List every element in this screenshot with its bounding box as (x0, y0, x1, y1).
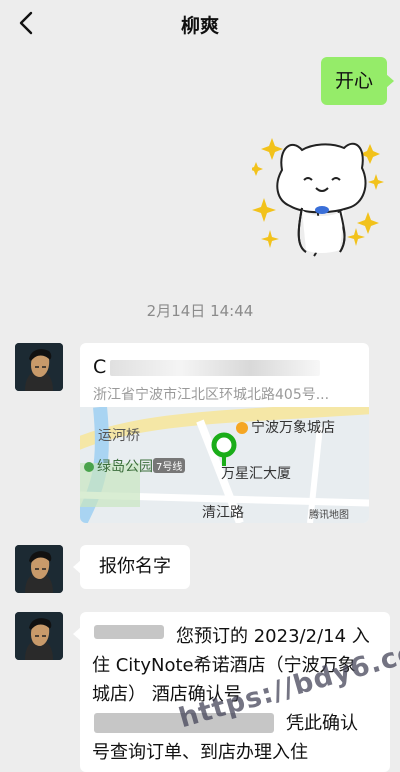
map-river-label: 运河桥 (98, 428, 140, 444)
sent-message-bubble[interactable]: 开心 (321, 57, 394, 105)
map-pin-label: 万星汇大厦 (221, 466, 291, 482)
redacted-name (94, 625, 164, 639)
location-card[interactable]: C 浙江省宁波市江北区环城北路405号... 宁波万象城店 运河桥 绿岛公园 7… (80, 343, 369, 523)
top-bar: 柳爽 (0, 0, 400, 46)
booking-line-4: 凭此确认 (286, 713, 358, 734)
map-road-label: 清江路 (202, 505, 244, 521)
received-message-bubble[interactable]: 报你名字 (73, 545, 190, 589)
booking-line-1: 您预订的 2023/2/14 入 (176, 626, 370, 647)
location-name: C (93, 356, 358, 378)
booking-line-5: 号查询订单、到店办理入住 (92, 742, 308, 763)
map-provider-logo: 腾讯地图 (309, 510, 349, 521)
contact-avatar[interactable] (15, 343, 63, 391)
map-mall-label: 宁波万象城店 (236, 417, 335, 437)
location-name-redacted (110, 359, 321, 376)
map-preview[interactable]: 宁波万象城店 运河桥 绿岛公园 7号线 万星汇大厦 清江路 腾讯地图 (80, 407, 369, 523)
message-timestamp: 2月14日 14:44 (146, 302, 254, 320)
contact-avatar[interactable] (15, 545, 63, 593)
park-poi-icon (84, 462, 94, 472)
location-pin-icon (211, 432, 237, 466)
cat-sticker-image[interactable] (252, 128, 392, 263)
contact-avatar[interactable] (15, 612, 63, 660)
location-address: 浙江省宁波市江北区环城北路405号... (93, 387, 330, 403)
chat-title: 柳爽 (180, 15, 219, 37)
metro-line-badge: 7号线 (153, 458, 186, 473)
map-park-label: 绿岛公园 (84, 456, 153, 476)
